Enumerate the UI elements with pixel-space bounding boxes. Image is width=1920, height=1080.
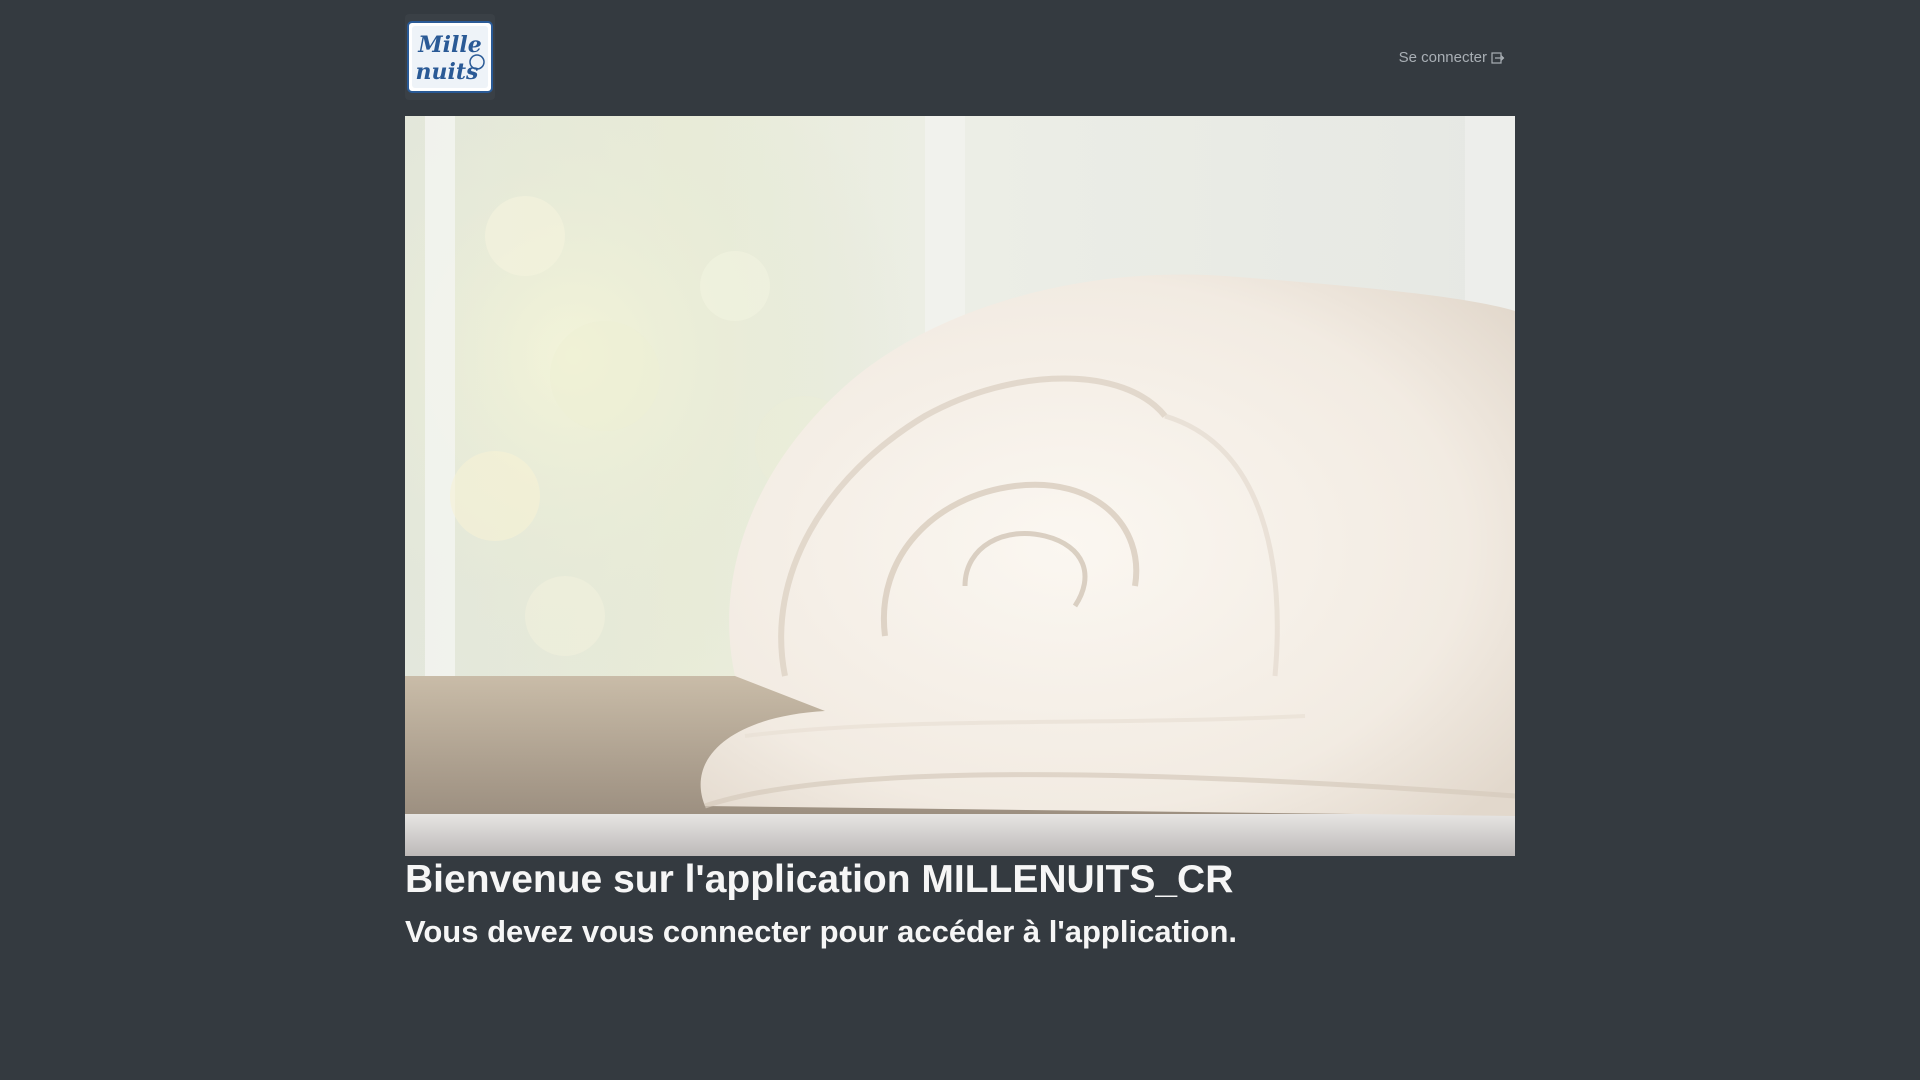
logo-text-nuits: nuits xyxy=(416,59,479,85)
login-prompt: Vous devez vous connecter pour accéder à… xyxy=(405,914,1237,949)
hero-image xyxy=(405,116,1515,856)
logo-badge-icon: Mille nuits xyxy=(407,21,493,93)
page-container: Mille nuits Se connecter Bienvenue sur l… xyxy=(405,0,1515,949)
navbar: Mille nuits Se connecter xyxy=(405,0,1515,115)
login-label: Se connecter xyxy=(1398,49,1487,66)
brand-logo[interactable]: Mille nuits xyxy=(405,14,495,100)
welcome-title: Bienvenue sur l'application MILLENUITS_C… xyxy=(405,858,1234,901)
sign-in-icon xyxy=(1491,51,1505,65)
login-link[interactable]: Se connecter xyxy=(1399,49,1505,66)
duvet-image xyxy=(405,116,1515,856)
logo-text-mille: Mille xyxy=(417,32,481,58)
